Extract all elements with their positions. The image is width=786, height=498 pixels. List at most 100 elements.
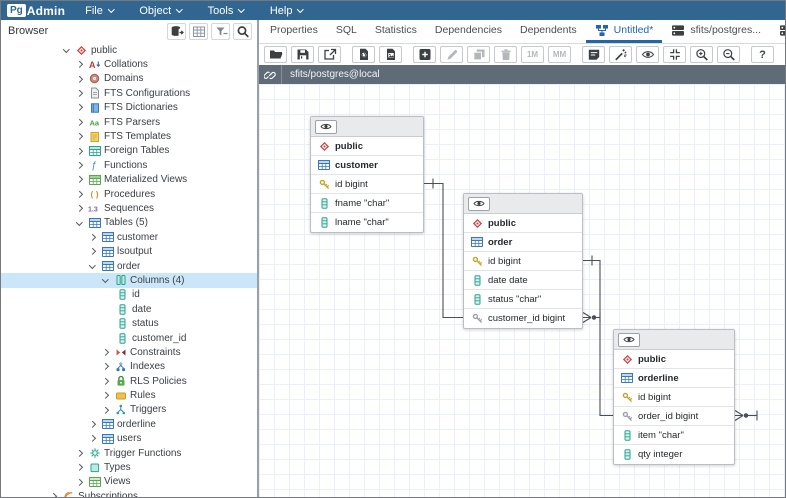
- details-toggle-button[interactable]: [468, 197, 490, 211]
- tree-item-fts-dictionaries[interactable]: FTS Dictionaries: [1, 101, 257, 115]
- expand-expand-arrow[interactable]: [77, 62, 88, 67]
- expand-expand-arrow[interactable]: [77, 163, 88, 168]
- menu-tools[interactable]: Tools: [208, 5, 244, 17]
- expand-expand-arrow[interactable]: [103, 408, 114, 413]
- one-to-many-button[interactable]: 1M: [521, 46, 544, 63]
- tree-item-lsoutput[interactable]: lsoutput: [1, 244, 257, 258]
- show-details-button[interactable]: [636, 46, 659, 63]
- details-toggle-button[interactable]: [315, 120, 337, 134]
- expand-expand-arrow[interactable]: [77, 120, 88, 125]
- tree-item-fts-parsers[interactable]: AaFTS Parsers: [1, 115, 257, 129]
- generate-sql-button[interactable]: [352, 46, 375, 63]
- add-note-button[interactable]: [582, 46, 605, 63]
- expand-expand-arrow[interactable]: [103, 379, 114, 384]
- download-image-button[interactable]: [379, 46, 402, 63]
- tree-item-views[interactable]: Views: [1, 475, 257, 489]
- zoom-to-fit-button[interactable]: [663, 46, 686, 63]
- tree-item-date[interactable]: date: [1, 302, 257, 316]
- expand-expand-arrow[interactable]: [90, 249, 101, 254]
- expand-expand-arrow[interactable]: [77, 206, 88, 211]
- tab-sfits-p[interactable]: sfits/p: [770, 20, 786, 43]
- tab-properties[interactable]: Properties: [261, 20, 327, 43]
- tree-item-tables-5[interactable]: Tables (5): [1, 216, 257, 230]
- clone-table-button[interactable]: [467, 46, 490, 63]
- erd-table-customer[interactable]: publiccustomerid bigintfname "char"lname…: [310, 116, 424, 233]
- expand-expand-arrow[interactable]: [77, 451, 88, 456]
- menu-file[interactable]: File: [85, 5, 113, 17]
- expand-expand-arrow[interactable]: [51, 494, 62, 497]
- expand-expand-arrow[interactable]: [103, 393, 114, 398]
- expand-expand-arrow[interactable]: [77, 91, 88, 96]
- tree-item-columns-4[interactable]: Columns (4): [1, 273, 257, 287]
- auto-align-button[interactable]: [609, 46, 632, 63]
- tree-item-fts-configurations[interactable]: FTS Configurations: [1, 86, 257, 100]
- erd-table-orderline[interactable]: publicorderlineid bigintorder_id biginti…: [613, 329, 735, 465]
- tree-item-foreign-tables[interactable]: Foreign Tables: [1, 144, 257, 158]
- tab-sfits-postgres[interactable]: sfits/postgres...: [662, 20, 770, 43]
- expand-collapse-arrow[interactable]: [90, 265, 101, 268]
- tree-item-order[interactable]: order: [1, 259, 257, 273]
- search-icon-button[interactable]: [233, 23, 252, 40]
- tree-item-orderline[interactable]: orderline: [1, 417, 257, 431]
- help-button[interactable]: ?: [751, 46, 774, 63]
- dependencies-grid-icon-button[interactable]: [189, 23, 208, 40]
- open-project-button[interactable]: [264, 46, 287, 63]
- expand-expand-arrow[interactable]: [90, 235, 101, 240]
- expand-expand-arrow[interactable]: [90, 436, 101, 441]
- tree-item-domains[interactable]: Domains: [1, 72, 257, 86]
- tab-sql[interactable]: SQL: [327, 20, 366, 43]
- expand-expand-arrow[interactable]: [90, 422, 101, 427]
- tree-item-sequences[interactable]: 1.3Sequences: [1, 201, 257, 215]
- tree-item-rules[interactable]: Rules: [1, 388, 257, 402]
- tree-item-indexes[interactable]: Indexes: [1, 360, 257, 374]
- tree-item-fts-templates[interactable]: FTS Templates: [1, 129, 257, 143]
- zoom-out-button[interactable]: [717, 46, 740, 63]
- menu-object[interactable]: Object: [139, 5, 181, 17]
- erd-table-order[interactable]: publicorderid bigintdate datestatus "cha…: [463, 193, 583, 329]
- storage-manager-icon-button[interactable]: [167, 23, 186, 40]
- tab-statistics[interactable]: Statistics: [366, 20, 426, 43]
- tree-item-id[interactable]: id: [1, 288, 257, 302]
- tree-item-rls-policies[interactable]: RLS Policies: [1, 374, 257, 388]
- expand-expand-arrow[interactable]: [103, 350, 114, 355]
- export-button[interactable]: [318, 46, 341, 63]
- expand-expand-arrow[interactable]: [77, 149, 88, 154]
- tab-untitled[interactable]: Untitled*: [586, 20, 663, 43]
- erd-canvas[interactable]: publiccustomerid bigintfname "char"lname…: [259, 84, 785, 497]
- expand-collapse-arrow[interactable]: [64, 49, 75, 52]
- tree-item-customer[interactable]: customer: [1, 230, 257, 244]
- save-project-button[interactable]: [291, 46, 314, 63]
- drop-table-button[interactable]: [494, 46, 517, 63]
- tree-item-procedures[interactable]: ( )Procedures: [1, 187, 257, 201]
- expand-expand-arrow[interactable]: [77, 465, 88, 470]
- tree-item-functions[interactable]: ƒFunctions: [1, 158, 257, 172]
- tree-item-types[interactable]: Types: [1, 460, 257, 474]
- tab-dependencies[interactable]: Dependencies: [426, 20, 511, 43]
- tree-item-trigger-functions[interactable]: Trigger Functions: [1, 446, 257, 460]
- tree-item-constraints[interactable]: Constraints: [1, 345, 257, 359]
- tree-item-users[interactable]: users: [1, 432, 257, 446]
- expand-expand-arrow[interactable]: [77, 77, 88, 82]
- tree-item-triggers[interactable]: Triggers: [1, 403, 257, 417]
- tree-item-customer-id[interactable]: customer_id: [1, 331, 257, 345]
- expand-collapse-arrow[interactable]: [77, 222, 88, 225]
- expand-expand-arrow[interactable]: [77, 105, 88, 110]
- filter-icon-button[interactable]: [211, 23, 230, 40]
- tree-item-materialized-views[interactable]: Materialized Views: [1, 173, 257, 187]
- tree-item-status[interactable]: status: [1, 316, 257, 330]
- edit-table-button[interactable]: [440, 46, 463, 63]
- zoom-in-button[interactable]: [690, 46, 713, 63]
- tree-item-collations[interactable]: ACollations: [1, 57, 257, 71]
- tree-item-subscriptions[interactable]: Subscriptions: [1, 489, 257, 497]
- add-table-button[interactable]: [413, 46, 436, 63]
- expand-expand-arrow[interactable]: [77, 480, 88, 485]
- tree-item-public[interactable]: public: [1, 43, 257, 57]
- details-toggle-button[interactable]: [618, 333, 640, 347]
- expand-expand-arrow[interactable]: [77, 177, 88, 182]
- expand-expand-arrow[interactable]: [103, 364, 114, 369]
- tab-dependents[interactable]: Dependents: [511, 20, 586, 43]
- expand-collapse-arrow[interactable]: [103, 279, 114, 282]
- expand-expand-arrow[interactable]: [77, 134, 88, 139]
- menu-help[interactable]: Help: [270, 5, 303, 17]
- expand-expand-arrow[interactable]: [77, 192, 88, 197]
